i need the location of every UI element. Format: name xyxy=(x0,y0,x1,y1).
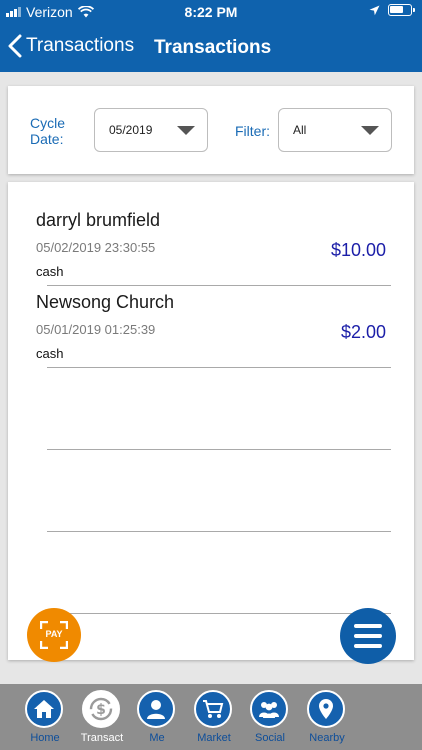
tab-me-circle xyxy=(137,690,175,728)
transaction-method: cash xyxy=(36,346,64,361)
cart-icon xyxy=(203,700,224,718)
tab-label: Social xyxy=(255,732,285,744)
row-divider xyxy=(47,367,391,368)
transaction-name: Newsong Church xyxy=(36,292,175,312)
status-time: 8:22 PM xyxy=(184,4,238,20)
tab-market[interactable]: Market xyxy=(186,688,242,748)
tab-transact-circle: $ xyxy=(82,690,120,728)
tab-nearby-circle xyxy=(307,690,345,728)
row-divider xyxy=(47,613,391,614)
tab-label: Me xyxy=(149,732,165,744)
tab-bar: Home $ Transact Me Market Social Nearby xyxy=(0,684,422,750)
transaction-datetime: 05/01/2019 01:25:39 xyxy=(36,322,156,337)
app-header: Verizon 8:22 PM Transactions Transaction… xyxy=(0,0,422,72)
cycle-date-select[interactable]: 05/2019 xyxy=(94,108,208,152)
cycle-date-label: Cycle Date: xyxy=(30,115,65,147)
transactions-list: darryl brumfield 05/02/2019 23:30:55 cas… xyxy=(8,182,414,660)
cycle-date-value: 05/2019 xyxy=(109,123,153,137)
transaction-datetime: 05/02/2019 23:30:55 xyxy=(36,240,156,255)
tab-market-circle xyxy=(194,690,232,728)
row-divider xyxy=(47,531,391,532)
filter-label: Filter: xyxy=(235,123,270,139)
home-icon xyxy=(34,700,54,718)
tab-social[interactable]: Social xyxy=(242,688,298,748)
filter-card: Cycle Date: 05/2019 Filter: All xyxy=(8,86,414,174)
tab-nearby[interactable]: Nearby xyxy=(299,688,355,748)
transaction-name: darryl brumfield xyxy=(36,210,161,230)
cycle-label-line2: Date: xyxy=(30,131,64,147)
navigation-bar: Transactions Transactions xyxy=(0,30,422,68)
row-divider xyxy=(47,449,391,450)
tab-label: Market xyxy=(197,732,231,744)
tab-label: Home xyxy=(30,732,60,744)
chevron-down-icon xyxy=(361,126,379,135)
back-button-label: Transactions xyxy=(26,35,135,56)
pay-button[interactable]: PAY xyxy=(27,608,81,662)
dollar-refresh-icon: $ xyxy=(89,697,113,721)
tab-transact[interactable]: $ Transact xyxy=(74,688,130,748)
battery-icon xyxy=(388,4,415,16)
filter-select[interactable]: All xyxy=(278,108,392,152)
pay-button-label: PAY xyxy=(45,629,63,639)
menu-button[interactable] xyxy=(340,608,396,664)
tab-social-circle xyxy=(250,690,288,728)
status-bar: Verizon 8:22 PM xyxy=(0,0,422,24)
tab-home[interactable]: Home xyxy=(17,688,73,748)
list-item[interactable]: Newsong Church 05/01/2019 01:25:39 cash … xyxy=(8,264,414,361)
list-item[interactable]: darryl brumfield 05/02/2019 23:30:55 cas… xyxy=(8,182,414,279)
tab-label: Transact xyxy=(80,732,124,744)
chevron-down-icon xyxy=(177,126,195,135)
tab-me[interactable]: Me xyxy=(129,688,185,748)
person-icon xyxy=(147,700,165,719)
cycle-label-line1: Cycle xyxy=(30,115,66,131)
chevron-left-icon xyxy=(8,34,22,58)
location-pin-icon xyxy=(319,699,333,719)
back-button[interactable]: Transactions xyxy=(8,34,134,58)
transaction-amount: $2.00 xyxy=(340,322,386,342)
transaction-amount: $10.00 xyxy=(330,240,386,260)
filter-value: All xyxy=(293,123,307,137)
page-title: Transactions xyxy=(154,37,272,58)
status-right xyxy=(369,4,415,16)
location-arrow-icon xyxy=(369,5,380,15)
svg-text:$: $ xyxy=(96,702,106,718)
tab-label: Nearby xyxy=(309,732,345,744)
tab-home-circle xyxy=(25,690,63,728)
group-icon xyxy=(259,702,279,718)
